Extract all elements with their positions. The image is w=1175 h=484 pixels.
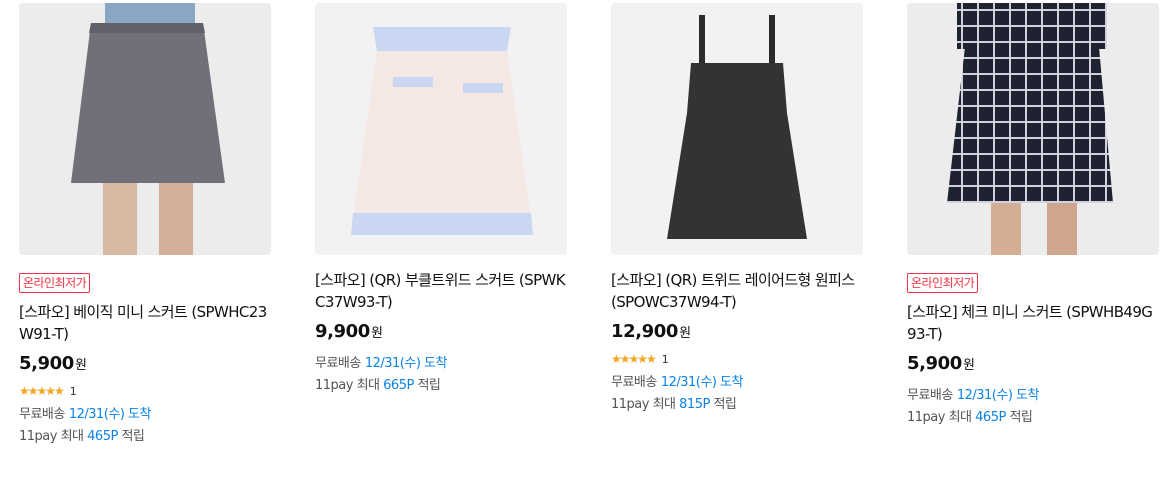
product-grid: 온라인최저가 [스파오] 베이직 미니 스커트 (SPWHC23W91-T) 5…: [19, 3, 1159, 473]
product-card[interactable]: [스파오] (QR) 트위드 레이어드형 원피스 (SPOWC37W94-T) …: [611, 3, 863, 415]
point-info: 11pay 최대 465P 적립: [19, 427, 271, 447]
currency-unit: 원: [962, 358, 975, 373]
rating: ★★★★★ 1: [19, 382, 271, 400]
currency-unit: 원: [370, 326, 383, 341]
product-card[interactable]: [스파오] (QR) 부클트위드 스커트 (SPWKC37W93-T) 9,90…: [315, 3, 567, 396]
product-price: 12,900원: [611, 320, 863, 346]
price-value: 5,900: [19, 353, 74, 374]
rating: ★★★★★ 1: [611, 350, 863, 368]
point-value: 465P: [87, 429, 118, 444]
delivery-date: 12/31(수) 도착: [364, 356, 448, 371]
delivery-info: 무료배송 12/31(수) 도착: [611, 373, 863, 393]
currency-unit: 원: [679, 326, 691, 341]
point-value: 815P: [679, 397, 710, 412]
product-image[interactable]: [315, 3, 567, 255]
product-image[interactable]: [907, 3, 1159, 255]
delivery-date: 12/31(수) 도착: [68, 407, 152, 422]
product-image[interactable]: [19, 3, 271, 255]
price-value: 9,900: [315, 321, 370, 342]
product-card[interactable]: 온라인최저가 [스파오] 베이직 미니 스커트 (SPWHC23W91-T) 5…: [19, 3, 271, 447]
product-title[interactable]: [스파오] (QR) 트위드 레이어드형 원피스 (SPOWC37W94-T): [611, 269, 861, 313]
product-price: 9,900원: [315, 320, 567, 346]
point-prefix: 11pay 최대: [315, 378, 380, 393]
review-count: 1: [69, 384, 77, 398]
point-value: 665P: [383, 378, 414, 393]
product-title[interactable]: [스파오] 베이직 미니 스커트 (SPWHC23W91-T): [19, 301, 269, 345]
lowest-price-badge: 온라인최저가: [19, 273, 91, 293]
product-price: 5,900원: [19, 352, 271, 378]
point-prefix: 11pay 최대: [19, 429, 84, 444]
delivery-label: 무료배송: [907, 388, 953, 403]
point-prefix: 11pay 최대: [611, 397, 676, 412]
delivery-label: 무료배송: [611, 375, 657, 390]
price-value: 5,900: [907, 353, 962, 374]
star-rating-icon: ★★★★★: [19, 384, 65, 398]
price-value: 12,900: [611, 321, 679, 342]
lowest-price-badge: 온라인최저가: [907, 273, 979, 293]
point-suffix: 적립: [1009, 410, 1033, 425]
delivery-date: 12/31(수) 도착: [956, 388, 1040, 403]
delivery-info: 무료배송 12/31(수) 도착: [315, 354, 567, 374]
product-title[interactable]: [스파오] 체크 미니 스커트 (SPWHB49G93-T): [907, 301, 1157, 345]
product-title[interactable]: [스파오] (QR) 부클트위드 스커트 (SPWKC37W93-T): [315, 269, 566, 313]
review-count: 1: [661, 352, 669, 366]
currency-unit: 원: [74, 358, 87, 373]
star-rating-icon: ★★★★★: [611, 352, 657, 366]
point-info: 11pay 최대 465P 적립: [907, 408, 1159, 428]
product-image[interactable]: [611, 3, 863, 255]
point-suffix: 적립: [121, 429, 145, 444]
point-suffix: 적립: [417, 378, 441, 393]
delivery-date: 12/31(수) 도착: [660, 375, 744, 390]
point-info: 11pay 최대 665P 적립: [315, 376, 567, 396]
product-price: 5,900원: [907, 352, 1159, 378]
product-card[interactable]: 온라인최저가 [스파오] 체크 미니 스커트 (SPWHB49G93-T) 5,…: [907, 3, 1159, 428]
point-value: 465P: [975, 410, 1006, 425]
delivery-info: 무료배송 12/31(수) 도착: [907, 386, 1159, 406]
delivery-label: 무료배송: [19, 407, 65, 422]
point-info: 11pay 최대 815P 적립: [611, 395, 863, 415]
delivery-label: 무료배송: [315, 356, 361, 371]
delivery-info: 무료배송 12/31(수) 도착: [19, 405, 271, 425]
point-prefix: 11pay 최대: [907, 410, 972, 425]
point-suffix: 적립: [713, 397, 737, 412]
